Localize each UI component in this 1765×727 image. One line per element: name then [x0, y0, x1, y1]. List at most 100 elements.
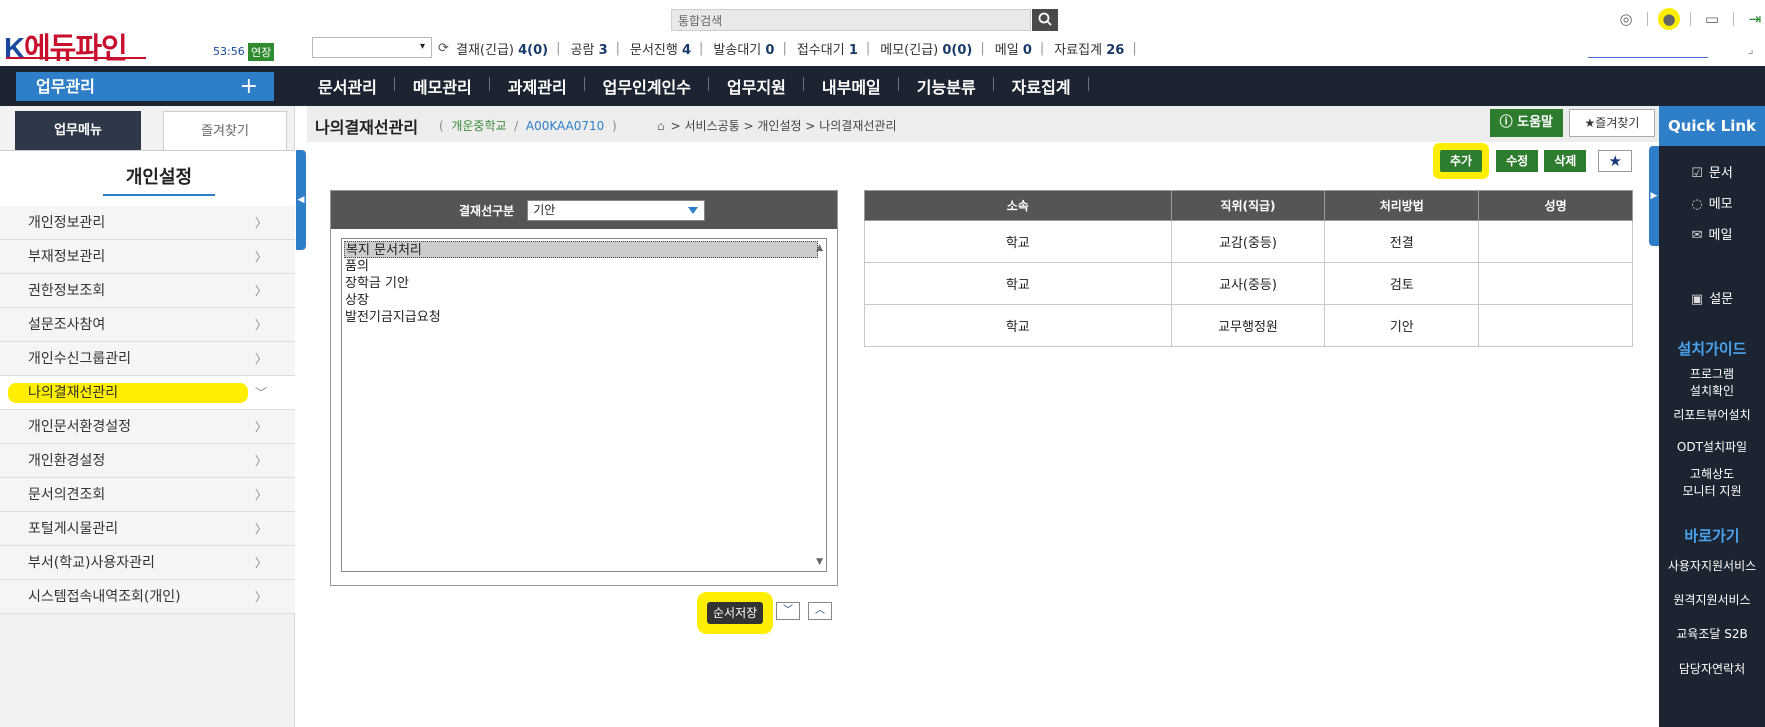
nav-menu: 문서관리 메모관리 과제관리 업무인계인수 업무지원 내부메일 기능분류 자료집… [300, 66, 1089, 106]
list-item[interactable]: 복지 문서처리 [344, 241, 818, 258]
table-row[interactable]: 학교 교사(중등) 검토 [864, 262, 1633, 305]
sidebar-collapse-handle[interactable]: ◀ [296, 150, 306, 250]
sidebar-item-doc-env[interactable]: 개인문서환경설정 〉 [0, 410, 295, 444]
work-management-button[interactable]: 업무관리 + [16, 72, 274, 101]
scroll-down-arrow[interactable]: ▼ [816, 557, 823, 567]
extend-session-button[interactable]: 연장 [248, 43, 275, 61]
memo-icon: ◌ [1691, 197, 1703, 212]
list-item[interactable]: 품의 [344, 258, 824, 275]
plus-icon: + [239, 74, 258, 99]
col-process-method: 처리방법 [1324, 190, 1480, 221]
main-navbar: 업무관리 + 문서관리 메모관리 과제관리 업무인계인수 업무지원 내부메일 기… [0, 66, 1765, 106]
sidebar-item-portal-posts[interactable]: 포털게시물관리 〉 [0, 512, 295, 546]
nav-support[interactable]: 업무지원 [709, 74, 804, 98]
sidebar-title: 개인설정 [103, 159, 215, 196]
install-odt-file[interactable]: ODT설치파일 [1659, 439, 1765, 456]
status-circulation[interactable]: 공람 3 [571, 39, 608, 58]
sidebar-item-my-approval-line[interactable]: 나의결재선관리 ﹀ [0, 376, 295, 410]
sidebar-item-dept-users[interactable]: 부서(학교)사용자관리 〉 [0, 546, 295, 580]
nav-document[interactable]: 문서관리 [300, 74, 395, 98]
approval-type-select[interactable]: 기안 [527, 199, 706, 221]
nav-data-collection[interactable]: 자료집계 [994, 74, 1089, 98]
add-button[interactable]: 추가 [1440, 150, 1483, 172]
install-program-check[interactable]: 프로그램 설치확인 [1659, 366, 1765, 400]
table-row[interactable]: 학교 교무행정원 기안 [864, 304, 1633, 347]
edit-button[interactable]: 수정 [1496, 150, 1539, 172]
col-position: 직위(직급) [1170, 190, 1326, 221]
shortcut-remote-support[interactable]: 원격지원서비스 [1659, 592, 1765, 609]
shortcut-s2b[interactable]: 교육조달 S2B [1659, 626, 1765, 643]
sidebar-item-personal-env[interactable]: 개인환경설정 〉 [0, 444, 295, 478]
nav-memo[interactable]: 메모관리 [395, 74, 490, 98]
user-icon[interactable]: ◎ [1615, 8, 1637, 30]
table-row[interactable]: 학교 교감(중등) 전결 [864, 220, 1633, 263]
add-favorite-button[interactable]: ★즐겨찾기 [1569, 109, 1655, 137]
page-title: 나의결재선관리 [315, 118, 419, 137]
left-sidebar: 업무메뉴 즐겨찾기 개인설정 개인정보관리 〉 부재정보관리 〉 권한정보조회 〉 설… [0, 106, 295, 727]
approval-line-listbox[interactable]: 복지 문서처리 품의 장학금 기안 상장 발전기금지급요청 ▲ ▼ [341, 238, 827, 572]
chevron-right-icon: 〉 [254, 318, 267, 332]
move-up-button[interactable]: ︿ [808, 602, 832, 620]
list-item[interactable]: 장학금 기안 [344, 275, 824, 292]
sidebar-item-doc-opinion[interactable]: 문서의견조회 〉 [0, 478, 295, 512]
nav-internal-mail[interactable]: 내부메일 [804, 74, 899, 98]
status-approval[interactable]: 결재(긴급) 4(0) [456, 39, 548, 58]
refresh-icon[interactable]: ⟳ [438, 41, 452, 56]
school-info: ( 개운중학교 / A00KAA0710 ) [439, 119, 617, 133]
status-mail[interactable]: 메일 0 [995, 39, 1032, 58]
home-icon[interactable]: ⌂ [657, 119, 665, 133]
sidebar-item-absence-info[interactable]: 부재정보관리 〉 [0, 240, 295, 274]
dept-select[interactable]: ▾ [312, 37, 432, 58]
sidebar-item-personal-info[interactable]: 개인정보관리 〉 [0, 206, 295, 240]
install-report-viewer[interactable]: 리포트뷰어설치 [1659, 407, 1765, 424]
message-icon[interactable]: ▭ [1701, 8, 1723, 30]
sidebar-item-receive-group[interactable]: 개인수신그룹관리 〉 [0, 342, 295, 376]
quick-link-panel: Quick Link ☑ 문서 ◌ 메모 ✉ 메일 ▣ 설문 설치가이드 프로그램 설치… [1659, 106, 1765, 727]
sidebar-item-survey[interactable]: 설문조사참여 〉 [0, 308, 295, 342]
help-button[interactable]: ⓘ 도움말 [1489, 109, 1563, 137]
tab-favorites[interactable]: 즐겨찾기 [163, 111, 287, 151]
quick-link-collapse-handle[interactable]: ▶ [1649, 146, 1659, 246]
logout-icon[interactable]: ⇥ [1744, 8, 1765, 30]
chevron-right-icon: 〉 [254, 488, 267, 502]
top-icon-group: ◎ ● ▭ ⇥ [1615, 8, 1765, 30]
sidebar-item-permission[interactable]: 권한정보조회 〉 [0, 274, 295, 308]
high-res-monitor-support[interactable]: 고해상도 모니터 지원 [1659, 466, 1765, 500]
quick-link-document[interactable]: ☑ 문서 [1659, 162, 1765, 181]
status-doc-progress[interactable]: 문서진행 4 [630, 39, 691, 58]
nav-handover[interactable]: 업무인계인수 [585, 74, 710, 98]
search-button[interactable] [1032, 9, 1058, 31]
chevron-right-icon: 〉 [254, 420, 267, 434]
nav-task[interactable]: 과제관리 [490, 74, 585, 98]
status-data-collection[interactable]: 자료집계 26 [1054, 39, 1124, 58]
shortcut-user-support[interactable]: 사용자지원서비스 [1659, 558, 1765, 575]
nav-function-class[interactable]: 기능분류 [899, 74, 994, 98]
move-down-button[interactable]: ﹀ [776, 602, 800, 620]
chevron-right-icon: 〉 [254, 522, 267, 536]
approval-type-label: 결재선구분 [459, 203, 515, 218]
logo[interactable]: K에듀파인 [4, 25, 128, 67]
action-bar: 추가 수정 삭제 ★ [1440, 150, 1633, 172]
status-memo[interactable]: 메모(긴급) 0(0) [880, 39, 972, 58]
status-send-wait[interactable]: 발송대기 0 [713, 39, 774, 58]
status-receive-wait[interactable]: 접수대기 1 [797, 39, 858, 58]
quick-link-survey[interactable]: ▣ 설문 [1659, 288, 1765, 307]
quick-link-title: Quick Link [1659, 106, 1765, 146]
quick-link-mail[interactable]: ✉ 메일 [1659, 224, 1765, 243]
install-guide-title: 설치가이드 [1677, 340, 1747, 358]
user-input[interactable] [1588, 40, 1708, 58]
chevron-right-icon: 〉 [254, 352, 267, 366]
shortcuts-title: 바로가기 [1684, 527, 1740, 545]
user-settings-icon[interactable]: ● [1658, 8, 1680, 30]
list-item[interactable]: 상장 [344, 292, 824, 309]
list-item[interactable]: 발전기금지급요청 [344, 309, 824, 326]
save-order-button[interactable]: 순서저장 [707, 602, 764, 624]
tab-work-menu[interactable]: 업무메뉴 [15, 111, 141, 151]
shortcut-contacts[interactable]: 담당자연락처 [1659, 661, 1765, 678]
delete-button[interactable]: 삭제 [1544, 150, 1587, 172]
star-icon[interactable]: ★ [1598, 150, 1633, 172]
quick-link-memo[interactable]: ◌ 메모 [1659, 193, 1765, 212]
search-input[interactable]: 통합검색 [671, 9, 1031, 31]
sidebar-item-access-log[interactable]: 시스템접속내역조회(개인) 〉 [0, 580, 295, 614]
scroll-up-arrow[interactable]: ▲ [816, 243, 823, 253]
